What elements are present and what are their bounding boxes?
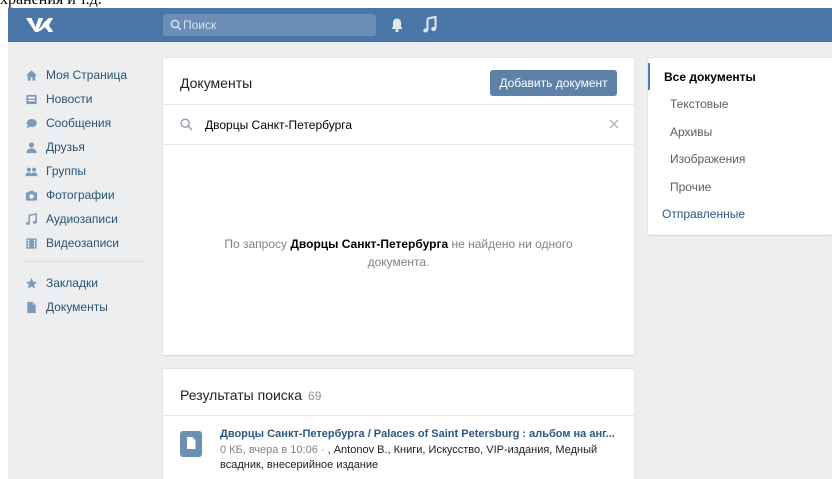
empty-query: Дворцы Санкт-Петербурга [290,237,449,251]
documents-panel: Документы Добавить документ По запросу Д… [163,58,634,355]
filter-text[interactable]: Текстовые [648,90,832,117]
filter-sent[interactable]: Отправленные [648,200,832,227]
document-meta: 0 КБ, вчера в 10:06 · , Antonov B., Книг… [220,443,610,473]
sidebar-item-groups[interactable]: Группы [24,161,86,181]
search-icon [170,19,182,31]
sidebar-item-photos[interactable]: Фотографии [24,185,115,205]
home-icon [24,68,38,82]
clear-search-icon[interactable] [608,118,620,130]
music-icon [24,212,38,226]
add-document-button[interactable]: Добавить документ [490,70,617,96]
news-icon [24,92,38,106]
document-icon [24,300,38,314]
groups-icon [24,164,38,178]
document-file-icon [180,431,202,457]
document-size-date: 0 КБ, вчера в 10:06 · [220,444,328,456]
filter-label: Текстовые [670,96,729,111]
vk-page: Поиск Моя Страница Новости Сообщения Дру… [8,8,832,479]
sidebar-item-label: Фотографии [46,188,115,202]
document-search-row [163,105,634,144]
filter-other[interactable]: Прочие [648,173,832,200]
filter-images[interactable]: Изображения [648,145,832,172]
messages-icon [24,116,38,130]
document-title-link[interactable]: Дворцы Санкт-Петербурга / Palaces of Sai… [220,428,620,440]
sidebar-item-bookmarks[interactable]: Закладки [24,273,98,293]
sidebar-item-videos[interactable]: Видеозаписи [24,233,119,253]
sidebar-item-friends[interactable]: Друзья [24,137,85,157]
filter-label: Архивы [670,124,713,139]
top-strip: хранения и т.д. [0,0,832,8]
friend-icon [24,140,38,154]
star-icon [24,276,38,290]
filter-all-documents[interactable]: Все документы [648,63,832,90]
sidebar-item-label: Аудиозаписи [46,212,118,226]
search-icon [180,118,193,131]
sidebar-item-label: Документы [46,300,108,314]
search-results-title: Результаты поиска [180,387,303,403]
camera-icon [24,188,38,202]
documents-title: Документы [180,75,253,91]
sidebar-item-label: Новости [46,92,93,106]
sidebar-item-news[interactable]: Новости [24,89,92,109]
sidebar-item-my-page[interactable]: Моя Страница [24,65,127,85]
sidebar-item-label: Друзья [46,140,85,154]
list-item[interactable]: Дворцы Санкт-Петербурга / Palaces of Sai… [180,428,620,478]
sidebar-item-audio[interactable]: Аудиозаписи [24,209,118,229]
search-results-header: Результаты поиска 69 [180,387,321,403]
vk-logo-icon[interactable] [24,15,54,35]
sidebar-item-label: Видеозаписи [46,236,120,250]
filter-label: Прочие [670,179,712,194]
sidebar-item-label: Моя Страница [46,68,128,82]
top-header: Поиск [8,8,832,42]
search-results-count: 69 [308,389,322,403]
search-results-panel: Результаты поиска 69 Дворцы Санкт-Петербу… [163,369,634,479]
sidebar-item-documents[interactable]: Документы [24,297,108,317]
divider [163,415,634,416]
header-search[interactable]: Поиск [163,14,376,36]
filter-label: Отправленные [662,206,746,221]
sidebar-item-messages[interactable]: Сообщения [24,113,111,133]
filter-label: Изображения [670,151,746,166]
filter-label: Все документы [664,69,756,84]
top-strip-text: хранения и т.д. [0,0,102,8]
document-filters: Все документы Текстовые Архивы Изображен… [648,58,832,235]
video-icon [24,236,38,250]
sidebar-item-label: Группы [46,164,86,178]
divider [163,144,634,145]
document-search-input[interactable] [205,115,595,135]
empty-prefix: По запросу [224,237,288,251]
search-placeholder: Поиск [183,18,217,32]
empty-results-message: По запросу Дворцы Санкт-Петербурга не на… [203,235,594,271]
filter-archives[interactable]: Архивы [648,118,832,145]
sidebar-divider [24,261,145,262]
bell-icon[interactable] [390,17,404,33]
sidebar-item-label: Закладки [46,276,98,290]
music-note-icon[interactable] [422,15,438,34]
sidebar-item-label: Сообщения [46,116,112,130]
